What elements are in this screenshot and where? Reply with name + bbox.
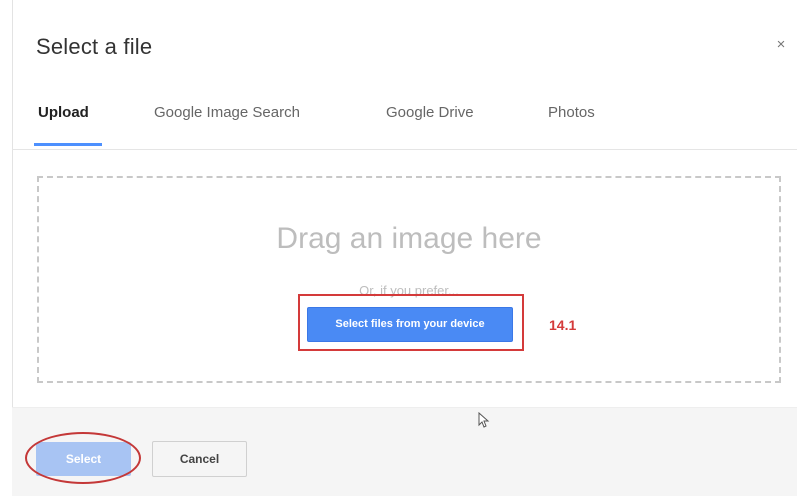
tab-google-drive[interactable]: Google Drive — [386, 104, 474, 121]
tab-upload[interactable]: Upload — [38, 104, 89, 121]
mouse-cursor-icon — [478, 412, 490, 428]
tab-google-image-search[interactable]: Google Image Search — [154, 104, 300, 121]
tab-bar: Upload Google Image Search Google Drive … — [12, 92, 797, 148]
active-tab-indicator — [34, 143, 102, 146]
cancel-button[interactable]: Cancel — [152, 441, 247, 477]
annotation-step-label: 14.1 — [549, 317, 577, 333]
select-file-dialog: Select a file × Upload Google Image Sear… — [0, 0, 797, 496]
tab-photos[interactable]: Photos — [548, 104, 595, 121]
image-drop-zone[interactable]: Drag an image here Or, if you prefer... — [37, 176, 781, 383]
annotation-highlight-ring — [25, 432, 141, 484]
drop-zone-headline: Drag an image here — [276, 222, 542, 255]
tabs-divider — [12, 149, 797, 150]
dialog-title: Select a file — [36, 34, 153, 59]
close-icon[interactable]: × — [772, 36, 790, 54]
select-files-from-device-button[interactable]: Select files from your device — [307, 307, 513, 342]
